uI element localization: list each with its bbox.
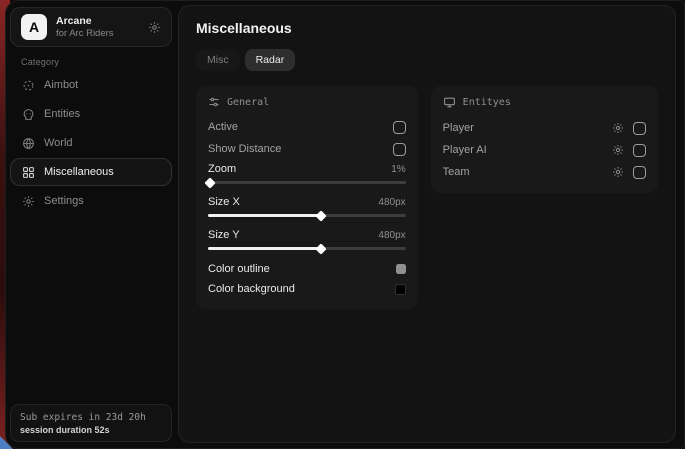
entity-row-player: Player xyxy=(443,117,646,139)
entity-label: Player AI xyxy=(443,144,612,156)
sidebar-item-label: Miscellaneous xyxy=(44,166,114,178)
slider-thumb[interactable] xyxy=(315,243,326,254)
app-name: Arcane xyxy=(56,15,139,28)
slider-row-size-x: Size X 480px xyxy=(208,193,406,217)
general-card: General Active Show Distance Zoom 1% xyxy=(196,86,418,309)
sidebar-item-label: Entities xyxy=(44,108,80,120)
slider-value: 480px xyxy=(378,197,405,208)
brand-card: A Arcane for Arc Riders xyxy=(10,7,172,47)
brand-text: Arcane for Arc Riders xyxy=(56,15,139,39)
slider-label: Size X xyxy=(208,196,378,208)
slider-thumb[interactable] xyxy=(204,177,215,188)
sidebar-item-entities[interactable]: Entities xyxy=(10,100,172,128)
team-checkbox[interactable] xyxy=(633,166,646,179)
entities-card: Entityes Player Player AI xyxy=(431,86,658,193)
sidebar-item-label: World xyxy=(44,137,73,149)
sidebar: A Arcane for Arc Riders Category xyxy=(6,1,176,448)
gear-icon xyxy=(22,195,35,208)
sliders-icon xyxy=(208,96,220,108)
toggle-label: Active xyxy=(208,121,393,133)
crosshair-icon xyxy=(22,79,35,92)
slider-row-size-y: Size Y 480px xyxy=(208,226,406,250)
sidebar-item-world[interactable]: World xyxy=(10,129,172,157)
app-logo: A xyxy=(21,14,47,40)
globe-icon xyxy=(22,137,35,150)
slider-fill xyxy=(208,247,321,250)
session-duration-text: session duration 52s xyxy=(20,425,162,435)
team-settings-gear-icon[interactable] xyxy=(612,166,624,178)
zoom-slider[interactable] xyxy=(208,181,406,184)
player-settings-gear-icon[interactable] xyxy=(612,122,624,134)
tab-bar: Misc Radar xyxy=(196,49,658,71)
entity-label: Player xyxy=(443,122,612,134)
tab-radar[interactable]: Radar xyxy=(245,49,296,71)
slider-fill xyxy=(208,214,321,217)
sidebar-item-aimbot[interactable]: Aimbot xyxy=(10,71,172,99)
player-ai-settings-gear-icon[interactable] xyxy=(612,144,624,156)
entities-card-header: Entityes xyxy=(443,96,646,109)
page-title: Miscellaneous xyxy=(196,20,658,36)
slider-label: Zoom xyxy=(208,163,391,175)
skull-icon xyxy=(22,108,35,121)
sidebar-item-settings[interactable]: Settings xyxy=(10,187,172,215)
sidebar-item-label: Aimbot xyxy=(44,79,78,91)
color-background-swatch[interactable] xyxy=(395,284,406,295)
color-label: Color outline xyxy=(208,263,396,275)
sidebar-item-miscellaneous[interactable]: Miscellaneous xyxy=(10,158,172,186)
tab-misc[interactable]: Misc xyxy=(196,49,240,71)
category-label: Category xyxy=(21,57,59,67)
main-panel: Miscellaneous Misc Radar General xyxy=(178,5,676,443)
monitor-icon xyxy=(443,96,456,109)
brand-gear-icon[interactable] xyxy=(148,21,161,34)
player-checkbox[interactable] xyxy=(633,122,646,135)
color-row-outline: Color outline xyxy=(208,259,406,279)
app-subtitle: for Arc Riders xyxy=(56,28,139,39)
grid-icon xyxy=(22,166,35,179)
entities-card-title: Entityes xyxy=(463,97,511,108)
slider-value: 1% xyxy=(391,164,405,175)
settings-cards: General Active Show Distance Zoom 1% xyxy=(196,86,658,309)
show-distance-checkbox[interactable] xyxy=(393,143,406,156)
subscription-card: Sub expires in 23d 20h session duration … xyxy=(10,404,172,442)
slider-row-zoom: Zoom 1% xyxy=(208,160,406,184)
entity-row-team: Team xyxy=(443,161,646,183)
sidebar-item-label: Settings xyxy=(44,195,84,207)
color-row-background: Color background xyxy=(208,279,406,299)
toggle-label: Show Distance xyxy=(208,143,393,155)
app-window: A Arcane for Arc Riders Category xyxy=(5,0,685,449)
color-label: Color background xyxy=(208,283,395,295)
general-card-header: General xyxy=(208,96,406,108)
entity-label: Team xyxy=(443,166,612,178)
active-checkbox[interactable] xyxy=(393,121,406,134)
mouse-cursor xyxy=(0,436,13,449)
toggle-row-show-distance: Show Distance xyxy=(208,138,406,160)
player-ai-checkbox[interactable] xyxy=(633,144,646,157)
slider-label: Size Y xyxy=(208,229,378,241)
sidebar-nav: Aimbot Entities xyxy=(10,71,172,216)
toggle-row-active: Active xyxy=(208,116,406,138)
slider-value: 480px xyxy=(378,230,405,241)
size-x-slider[interactable] xyxy=(208,214,406,217)
general-card-title: General xyxy=(227,97,269,108)
sub-expiry-text: Sub expires in 23d 20h xyxy=(20,412,162,423)
slider-thumb[interactable] xyxy=(315,210,326,221)
color-outline-swatch[interactable] xyxy=(396,264,406,274)
size-y-slider[interactable] xyxy=(208,247,406,250)
entity-row-player-ai: Player AI xyxy=(443,139,646,161)
